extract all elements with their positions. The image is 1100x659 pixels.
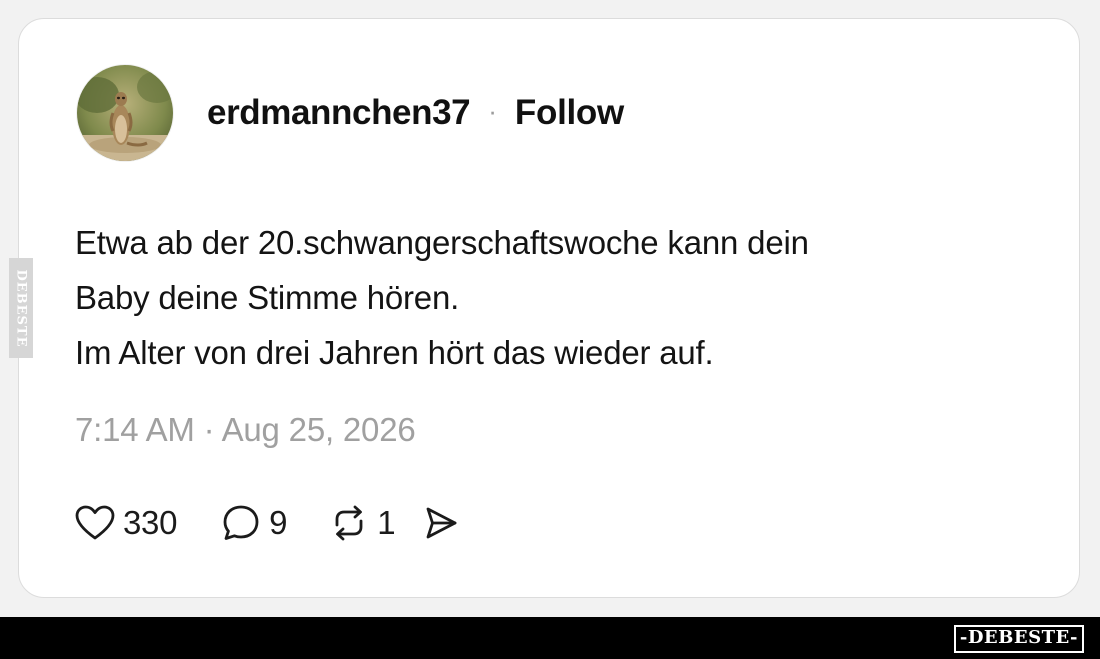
post-text-line: Etwa ab der 20.schwangerschaftswoche kan… (75, 224, 809, 261)
repost-arrows-icon (335, 505, 363, 541)
action-bar: 330 9 1 (75, 501, 461, 545)
repost-button[interactable]: 1 (329, 503, 396, 543)
post-text-line: Im Alter von drei Jahren hört das wieder… (75, 334, 714, 371)
like-button[interactable]: 330 (75, 504, 177, 542)
reply-count: 9 (269, 504, 288, 541)
side-watermark-text: DEBESTE (13, 268, 29, 348)
footer-bar: -DEBESTE- (0, 617, 1100, 659)
username[interactable]: erdmannchen37 (207, 93, 471, 133)
post-header: erdmannchen37 · Follow (77, 65, 624, 161)
separator-dot: · (488, 95, 497, 126)
post-text-line: Baby deine Stimme hören. (75, 279, 460, 316)
send-icon (426, 507, 457, 539)
speech-bubble-icon (223, 505, 259, 540)
like-count: 330 (123, 504, 178, 541)
avatar[interactable] (77, 65, 173, 161)
reply-button[interactable]: 9 (221, 503, 288, 543)
site-logo: -DEBESTE- (953, 625, 1084, 653)
meerkat-avatar-image (77, 65, 173, 161)
repost-count: 1 (377, 504, 396, 541)
follow-button[interactable]: Follow (515, 93, 624, 133)
post-timestamp[interactable]: 7:14 AM · Aug 25, 2026 (75, 411, 416, 449)
heart-icon (75, 505, 115, 540)
post-text: Etwa ab der 20.schwangerschaftswoche kan… (75, 215, 1035, 380)
share-button[interactable] (421, 503, 461, 543)
side-watermark: DEBESTE (9, 258, 33, 358)
post-card: erdmannchen37 · Follow Etwa ab der 20.sc… (18, 18, 1080, 598)
